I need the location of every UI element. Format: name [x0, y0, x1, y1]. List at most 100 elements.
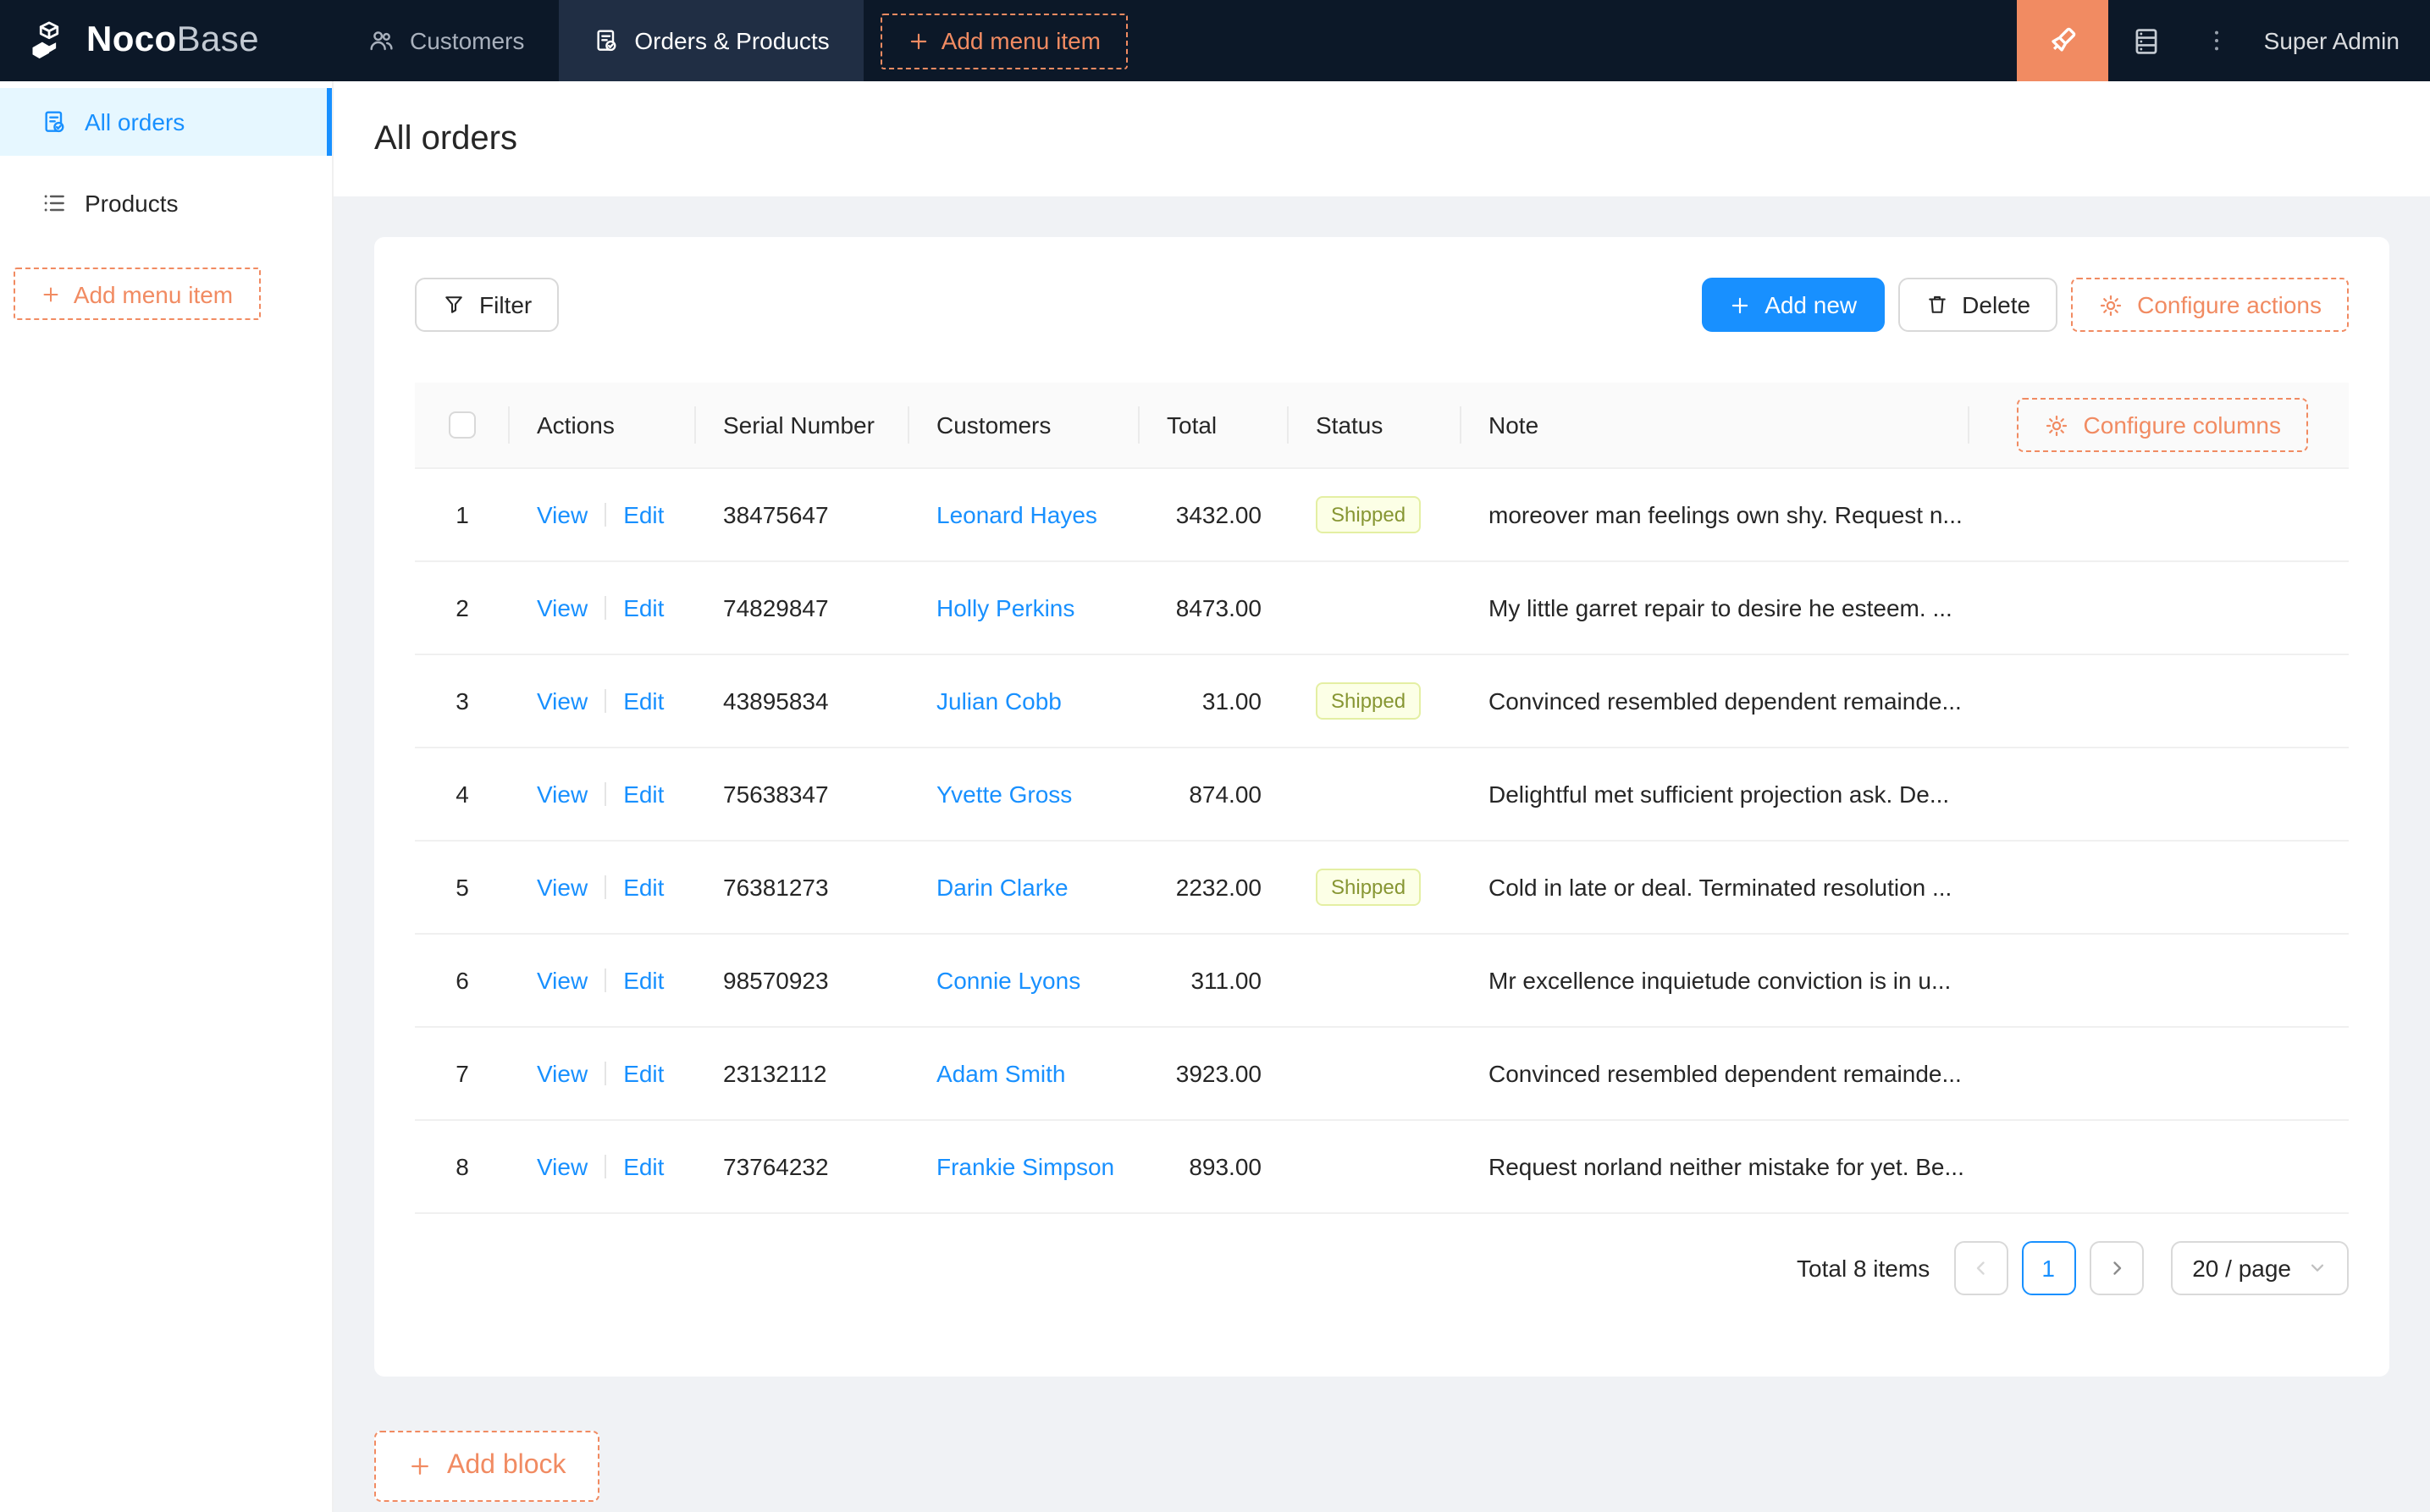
nav-tab-orders-products[interactable]: Orders & Products	[558, 0, 864, 81]
view-link[interactable]: View	[537, 873, 588, 900]
customer-link[interactable]: Frankie Simpson	[936, 1152, 1114, 1179]
view-link[interactable]: View	[537, 780, 588, 807]
cell-serial: 38475647	[696, 467, 909, 561]
cell-serial: 75638347	[696, 747, 909, 841]
more-options-button[interactable]	[2186, 0, 2247, 81]
sidebar-item-all-orders[interactable]: All orders	[0, 88, 332, 156]
cell-status: Shipped	[1289, 467, 1461, 561]
view-link[interactable]: View	[537, 687, 588, 714]
cell-actions: View Edit	[510, 747, 696, 841]
edit-link[interactable]: Edit	[623, 593, 664, 621]
plugin-settings-button[interactable]	[2108, 0, 2186, 81]
configure-columns-button[interactable]: Configure columns	[2017, 398, 2308, 452]
customer-link[interactable]: Adam Smith	[936, 1059, 1066, 1086]
view-link[interactable]: View	[537, 966, 588, 993]
customer-link[interactable]: Yvette Gross	[936, 780, 1072, 807]
cell-index: 5	[415, 840, 510, 934]
database-icon	[2131, 25, 2163, 57]
cell-serial: 23132112	[696, 1026, 909, 1120]
users-icon	[367, 27, 395, 54]
cell-index: 1	[415, 467, 510, 561]
plus-icon	[908, 30, 930, 52]
cell-serial: 73764232	[696, 1119, 909, 1213]
configure-actions-button[interactable]: Configure actions	[2071, 278, 2349, 332]
nav-tab-label: Orders & Products	[634, 27, 830, 54]
pagination-total: Total 8 items	[1797, 1254, 1930, 1281]
app-frame: All orders Products Add menu item All or…	[0, 81, 2430, 1512]
chevron-right-icon	[2106, 1257, 2126, 1277]
cell-customer: Holly Perkins	[909, 560, 1140, 654]
column-header-configure: Configure columns	[1969, 383, 2349, 468]
orders-table-card: Filter Add new Delete Configure actions …	[374, 237, 2389, 1376]
table-row: 4 View Edit 75638347 Yvette Gross 874.00 …	[415, 747, 2349, 841]
customer-link[interactable]: Holly Perkins	[936, 593, 1074, 621]
status-badge: Shipped	[1316, 868, 1422, 905]
cell-customer: Frankie Simpson	[909, 1119, 1140, 1213]
add-new-button[interactable]: Add new	[1702, 278, 1885, 332]
column-header-customers: Customers	[909, 383, 1140, 468]
cell-total: 311.00	[1140, 933, 1289, 1027]
column-header-serial-number: Serial Number	[696, 383, 909, 468]
edit-link[interactable]: Edit	[623, 1059, 664, 1086]
gear-icon	[2098, 292, 2123, 317]
customer-link[interactable]: Leonard Hayes	[936, 500, 1097, 527]
view-link[interactable]: View	[537, 593, 588, 621]
nocobase-logo: NocoBase	[0, 0, 334, 81]
cell-customer: Connie Lyons	[909, 933, 1140, 1027]
nav-tab-customers[interactable]: Customers	[334, 0, 558, 81]
cell-customer: Darin Clarke	[909, 840, 1140, 934]
divider	[605, 1061, 607, 1084]
table-row: 2 View Edit 74829847 Holly Perkins 8473.0…	[415, 560, 2349, 654]
add-block-button[interactable]: Add block	[374, 1430, 600, 1501]
view-link[interactable]: View	[537, 1059, 588, 1086]
list-icon	[41, 190, 68, 217]
pagination-prev-button[interactable]	[1953, 1240, 2008, 1294]
cell-actions: View Edit	[510, 1119, 696, 1213]
cell-serial: 76381273	[696, 840, 909, 934]
toolbar-actions: Add new Delete Configure actions	[1702, 278, 2349, 332]
sidebar: All orders Products Add menu item	[0, 81, 334, 1512]
sidebar-item-products[interactable]: Products	[0, 169, 332, 237]
edit-link[interactable]: Edit	[623, 966, 664, 993]
column-header-status: Status	[1289, 383, 1461, 468]
view-link[interactable]: View	[537, 500, 588, 527]
pagination-page-1[interactable]: 1	[2021, 1240, 2076, 1294]
edit-link[interactable]: Edit	[623, 1152, 664, 1179]
sidebar-add-menu-item-button[interactable]: Add menu item	[14, 268, 261, 320]
page-header: All orders	[334, 81, 2430, 196]
column-header-actions: Actions	[510, 383, 696, 468]
edit-link[interactable]: Edit	[623, 500, 664, 527]
cell-note: Convinced resembled dependent remainde..…	[1461, 654, 1969, 748]
customer-link[interactable]: Julian Cobb	[936, 687, 1062, 714]
customer-link[interactable]: Connie Lyons	[936, 966, 1080, 993]
edit-link[interactable]: Edit	[623, 687, 664, 714]
cell-index: 2	[415, 560, 510, 654]
ui-editor-button[interactable]	[2016, 0, 2108, 81]
cell-note: Cold in late or deal. Terminated resolut…	[1461, 840, 1969, 934]
plus-icon	[408, 1454, 432, 1477]
edit-link[interactable]: Edit	[623, 780, 664, 807]
cell-status	[1289, 560, 1461, 654]
edit-link[interactable]: Edit	[623, 873, 664, 900]
delete-button[interactable]: Delete	[1897, 278, 2058, 332]
view-link[interactable]: View	[537, 1152, 588, 1179]
nav-add-menu-item-button[interactable]: Add menu item	[880, 13, 1129, 69]
cell-status	[1289, 747, 1461, 841]
cell-actions: View Edit	[510, 840, 696, 934]
column-header-note: Note	[1461, 383, 1969, 468]
customer-link[interactable]: Darin Clarke	[936, 873, 1069, 900]
divider	[605, 781, 607, 805]
page-size-select[interactable]: 20 / page	[2170, 1240, 2349, 1294]
cell-index: 3	[415, 654, 510, 748]
cell-actions: View Edit	[510, 933, 696, 1027]
filter-button[interactable]: Filter	[415, 278, 560, 332]
nocobase-logo-text: NocoBase	[86, 20, 259, 59]
vertical-ellipsis-icon	[2203, 27, 2230, 54]
filter-icon	[442, 293, 466, 317]
table-row: 3 View Edit 43895834 Julian Cobb 31.00 Sh…	[415, 654, 2349, 748]
select-all-checkbox[interactable]	[449, 411, 476, 439]
cell-status	[1289, 1119, 1461, 1213]
table-header-row: Actions Serial Number Customers Total St…	[415, 383, 2349, 468]
user-menu[interactable]: Super Admin	[2247, 27, 2430, 54]
pagination-next-button[interactable]	[2089, 1240, 2144, 1294]
